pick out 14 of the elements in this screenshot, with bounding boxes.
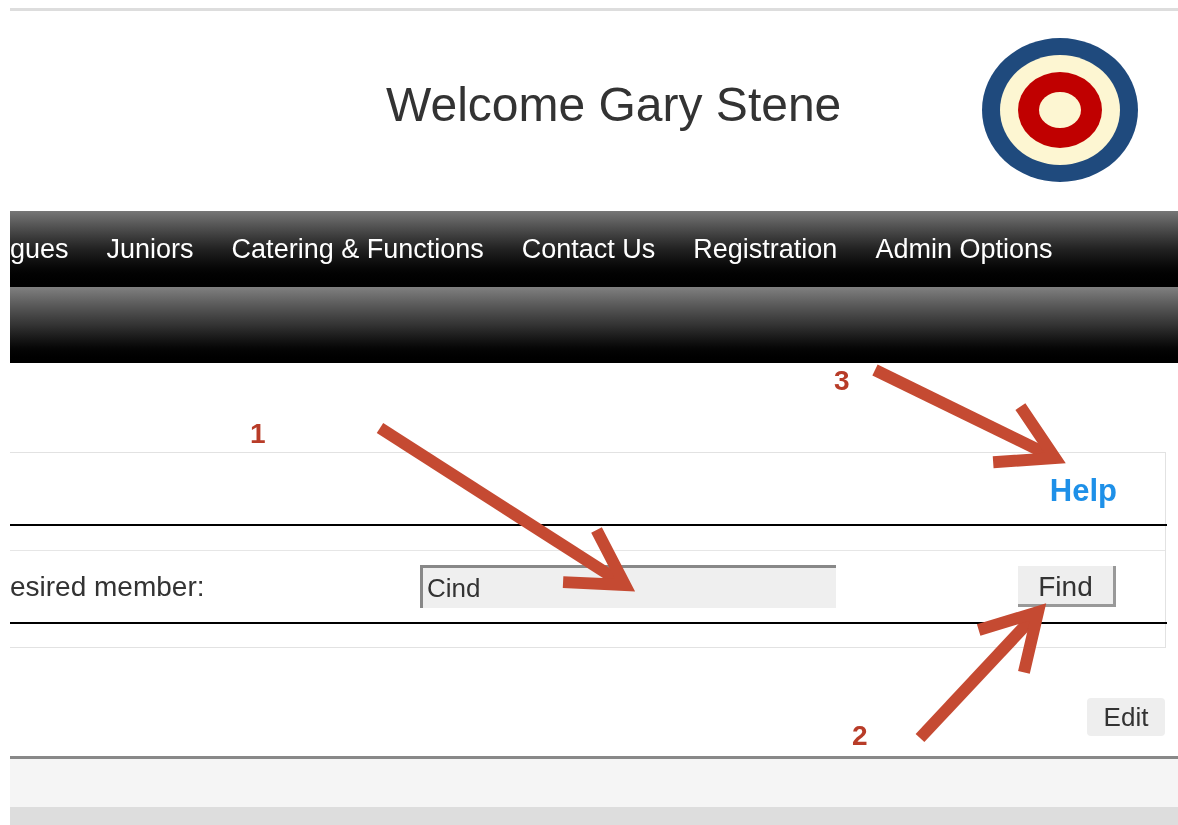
edit-button[interactable]: Edit <box>1087 698 1165 736</box>
nav-link[interactable]: Contact Us <box>521 228 656 270</box>
nav-link[interactable]: Admin Options <box>875 228 1053 270</box>
member-search-field[interactable]: Cind <box>420 565 836 608</box>
nav-link[interactable]: gues <box>10 228 69 270</box>
member-label: esired member: <box>10 569 206 604</box>
find-button[interactable]: Find <box>1018 566 1116 607</box>
welcome-title: Welcome Gary Stene <box>386 77 842 133</box>
annotation-number: 2 <box>852 722 868 750</box>
annotation-number: 3 <box>834 367 850 395</box>
nav-link[interactable]: Juniors <box>106 228 194 270</box>
annotation-number: 1 <box>250 420 266 448</box>
nav-link[interactable]: Registration <box>693 228 838 270</box>
nav-link[interactable]: Catering & Functions <box>231 228 484 270</box>
